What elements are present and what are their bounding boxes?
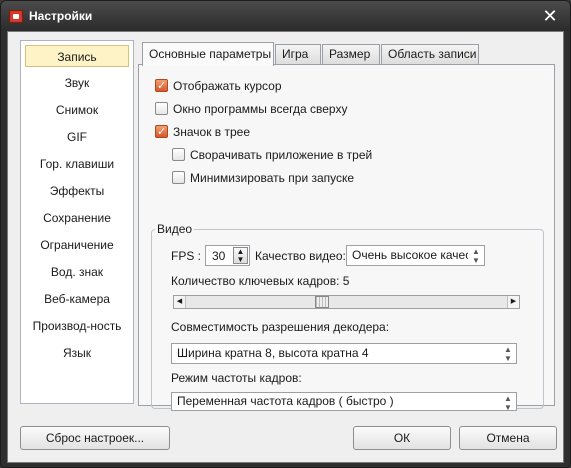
slider-thumb[interactable] xyxy=(314,296,329,308)
keyframes-slider[interactable]: ◀ ▶ xyxy=(173,295,520,309)
window-title: Настройки xyxy=(29,9,93,23)
sidebar-item-sound[interactable]: Звук xyxy=(25,72,129,94)
fps-spinner[interactable]: 30 ▲ ▼ xyxy=(205,245,250,266)
video-group-label: Видео xyxy=(155,222,195,236)
tab-record-area[interactable]: Область записи xyxy=(381,44,479,65)
general-settings-panel: Отображать курсор Окно программы всегда … xyxy=(138,64,555,411)
close-icon[interactable]: ✕ xyxy=(540,6,560,26)
updown-arrow-icon: ▲ ▼ xyxy=(500,344,516,363)
minimize-on-start-checkbox[interactable]: Минимизировать при запуске xyxy=(172,169,354,187)
always-on-top-checkbox[interactable]: Окно программы всегда сверху xyxy=(155,100,347,118)
category-sidebar: Запись Звук Снимок GIF Гор. клавиши Эффе… xyxy=(20,40,134,404)
sidebar-item-effects[interactable]: Эффекты xyxy=(25,180,129,202)
sidebar-item-screenshot[interactable]: Снимок xyxy=(25,99,129,121)
sidebar-item-hotkeys[interactable]: Гор. клавиши xyxy=(25,153,129,175)
quality-select[interactable]: Очень высокое качество ▲ ▼ xyxy=(346,245,485,266)
checkbox-label: Минимизировать при запуске xyxy=(190,171,355,185)
quality-label: Качество видео: xyxy=(255,249,346,263)
checkbox-unchecked-icon xyxy=(172,148,185,161)
minimize-to-tray-checkbox[interactable]: Сворачивать приложение в трей xyxy=(172,146,372,164)
tab-game[interactable]: Игра xyxy=(275,44,321,65)
decoder-select[interactable]: Ширина кратна 8, высота кратна 4 ▲ ▼ xyxy=(171,343,517,364)
sidebar-item-limit[interactable]: Ограничение xyxy=(25,234,129,256)
ok-button[interactable]: ОК xyxy=(353,426,451,450)
checkbox-checked-icon xyxy=(155,123,168,141)
sidebar-item-gif[interactable]: GIF xyxy=(25,126,129,148)
fps-value: 30 xyxy=(212,249,226,263)
framerate-select[interactable]: Переменная частота кадров ( быстро ) ▲ ▼ xyxy=(171,392,517,411)
updown-arrow-icon: ▲ ▼ xyxy=(500,393,516,410)
tab-size[interactable]: Размер xyxy=(322,44,380,65)
show-cursor-checkbox[interactable]: Отображать курсор xyxy=(155,77,282,95)
checkbox-label: Сворачивать приложение в трей xyxy=(190,148,373,162)
decoder-label: Совместимость разрешения декодера: xyxy=(171,320,390,334)
tab-general[interactable]: Основные параметры xyxy=(142,42,274,66)
slider-left-arrow-icon[interactable]: ◀ xyxy=(174,296,186,308)
checkbox-unchecked-icon xyxy=(172,171,185,184)
checkbox-checked-icon xyxy=(155,77,168,95)
fps-label: FPS : xyxy=(171,249,202,263)
app-icon xyxy=(9,10,23,23)
quality-value: Очень высокое качество xyxy=(352,248,485,262)
sidebar-item-performance[interactable]: Производ-ность xyxy=(25,315,129,337)
dialog-body: Запись Звук Снимок GIF Гор. клавиши Эффе… xyxy=(7,31,564,463)
sidebar-item-language[interactable]: Язык xyxy=(25,342,129,364)
decoder-value: Ширина кратна 8, высота кратна 4 xyxy=(177,346,369,360)
spin-arrows-icon[interactable]: ▲ ▼ xyxy=(233,247,248,264)
sidebar-item-saving[interactable]: Сохранение xyxy=(25,207,129,229)
framerate-value: Переменная частота кадров ( быстро ) xyxy=(177,394,394,408)
updown-arrow-icon: ▲ ▼ xyxy=(468,246,484,265)
framerate-label: Режим частоты кадров: xyxy=(171,371,302,385)
slider-right-arrow-icon[interactable]: ▶ xyxy=(507,296,519,308)
tray-icon-checkbox[interactable]: Значок в трее xyxy=(155,123,250,141)
reset-settings-button[interactable]: Сброс настроек... xyxy=(20,426,170,450)
sidebar-item-webcam[interactable]: Веб-камера xyxy=(25,288,129,310)
keyframes-label: Количество ключевых кадров: 5 xyxy=(171,274,350,288)
checkbox-label: Окно программы всегда сверху xyxy=(173,102,348,116)
settings-window: Настройки ✕ Запись Звук Снимок GIF Гор. … xyxy=(0,0,571,468)
checkbox-label: Значок в трее xyxy=(173,125,251,139)
checkbox-unchecked-icon xyxy=(155,102,168,115)
checkbox-label: Отображать курсор xyxy=(173,79,282,93)
sidebar-item-watermark[interactable]: Вод. знак xyxy=(25,261,129,283)
title-bar: Настройки ✕ xyxy=(1,1,570,31)
sidebar-item-record[interactable]: Запись xyxy=(25,45,129,67)
cancel-button[interactable]: Отмена xyxy=(459,426,557,450)
